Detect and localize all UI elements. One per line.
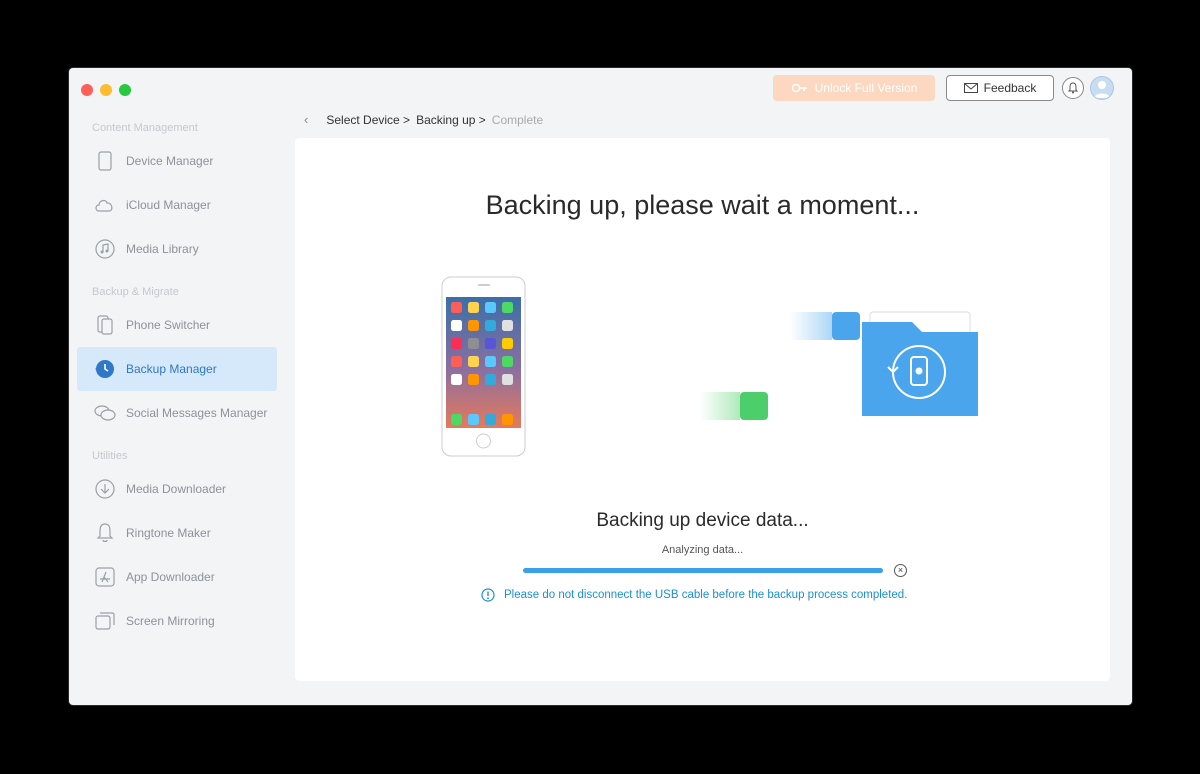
user-avatar-icon[interactable] <box>1090 76 1114 100</box>
section-title-utilities: Utilities <box>92 450 128 462</box>
music-icon <box>94 238 116 260</box>
sidebar-item-label: iCloud Manager <box>126 198 211 212</box>
sidebar-item-label: Device Manager <box>126 154 214 168</box>
breadcrumb-step-backing-up: Backing up > <box>416 112 486 127</box>
maximize-window-button[interactable] <box>119 84 131 96</box>
backup-clock-icon <box>94 358 116 380</box>
mail-icon <box>963 83 978 93</box>
chat-icon <box>94 402 116 424</box>
sidebar-item-backup-manager[interactable]: Backup Manager <box>77 347 277 391</box>
sidebar-item-label: Backup Manager <box>126 362 217 376</box>
back-chevron-icon[interactable]: ‹ <box>304 112 308 127</box>
breadcrumb-step-complete: Complete <box>491 112 544 127</box>
switch-icon <box>94 314 116 336</box>
feedback-button[interactable]: Feedback <box>946 75 1054 101</box>
sidebar-item-label: Phone Switcher <box>126 318 211 332</box>
section-title-backup-migrate: Backup & Migrate <box>92 286 179 298</box>
sidebar-item-label: Media Downloader <box>126 482 227 496</box>
minimize-window-button[interactable] <box>100 84 112 96</box>
breadcrumb-step-select-device: Select Device > <box>326 112 411 127</box>
status-text: Analyzing data... <box>661 544 744 556</box>
key-icon <box>791 83 807 93</box>
phone-icon <box>94 150 116 172</box>
breadcrumb: ‹ Select Device > Backing up > Complete <box>304 112 543 127</box>
progress-fill <box>523 568 883 573</box>
sidebar-item-social-messages-manager[interactable]: Social Messages Manager <box>77 391 277 435</box>
backup-subtitle: Backing up device data... <box>596 510 809 531</box>
unlock-label: Unlock Full Version <box>814 81 918 95</box>
feedback-label: Feedback <box>983 81 1037 95</box>
data-transfer-animation <box>700 312 860 420</box>
sidebar-item-media-library[interactable]: Media Library <box>77 227 277 271</box>
unlock-full-version-button[interactable]: Unlock Full Version <box>773 75 935 101</box>
app-window: Unlock Full Version Feedback Content Man… <box>69 68 1132 705</box>
notification-bell-icon[interactable] <box>1062 77 1084 99</box>
sidebar-item-icloud-manager[interactable]: iCloud Manager <box>77 183 277 227</box>
mirror-icon <box>94 610 116 632</box>
sidebar-item-label: App Downloader <box>126 570 215 584</box>
sidebar-item-label: Ringtone Maker <box>126 526 211 540</box>
sidebar-item-ringtone-maker[interactable]: Ringtone Maker <box>77 511 277 555</box>
sidebar-item-device-manager[interactable]: Device Manager <box>77 139 277 183</box>
cloud-icon <box>94 194 116 216</box>
download-icon <box>94 478 116 500</box>
info-icon <box>481 588 495 602</box>
warning-message: Please do not disconnect the USB cable b… <box>481 588 907 602</box>
sidebar-item-phone-switcher[interactable]: Phone Switcher <box>77 303 277 347</box>
sidebar-item-screen-mirroring[interactable]: Screen Mirroring <box>77 599 277 643</box>
sidebar: Content Management Device Manager iCloud… <box>69 108 287 705</box>
sidebar-item-media-downloader[interactable]: Media Downloader <box>77 467 277 511</box>
window-controls <box>81 84 131 96</box>
sidebar-item-label: Social Messages Manager <box>126 406 268 420</box>
sidebar-item-label: Screen Mirroring <box>126 614 215 628</box>
cancel-close-icon[interactable]: × <box>894 564 907 577</box>
bell-icon <box>94 522 116 544</box>
page-title: Backing up, please wait a moment... <box>485 190 920 220</box>
progress-bar <box>523 568 883 573</box>
warning-text: Please do not disconnect the USB cable b… <box>504 589 908 601</box>
close-window-button[interactable] <box>81 84 93 96</box>
app-store-icon <box>94 566 116 588</box>
iphone-illustration <box>441 276 526 457</box>
sidebar-item-label: Media Library <box>126 242 199 256</box>
main-panel: Backing up, please wait a moment... Back… <box>295 138 1110 681</box>
backup-folder-icon <box>862 311 978 416</box>
sidebar-item-app-downloader[interactable]: App Downloader <box>77 555 277 599</box>
section-title-content-management: Content Management <box>92 122 198 134</box>
